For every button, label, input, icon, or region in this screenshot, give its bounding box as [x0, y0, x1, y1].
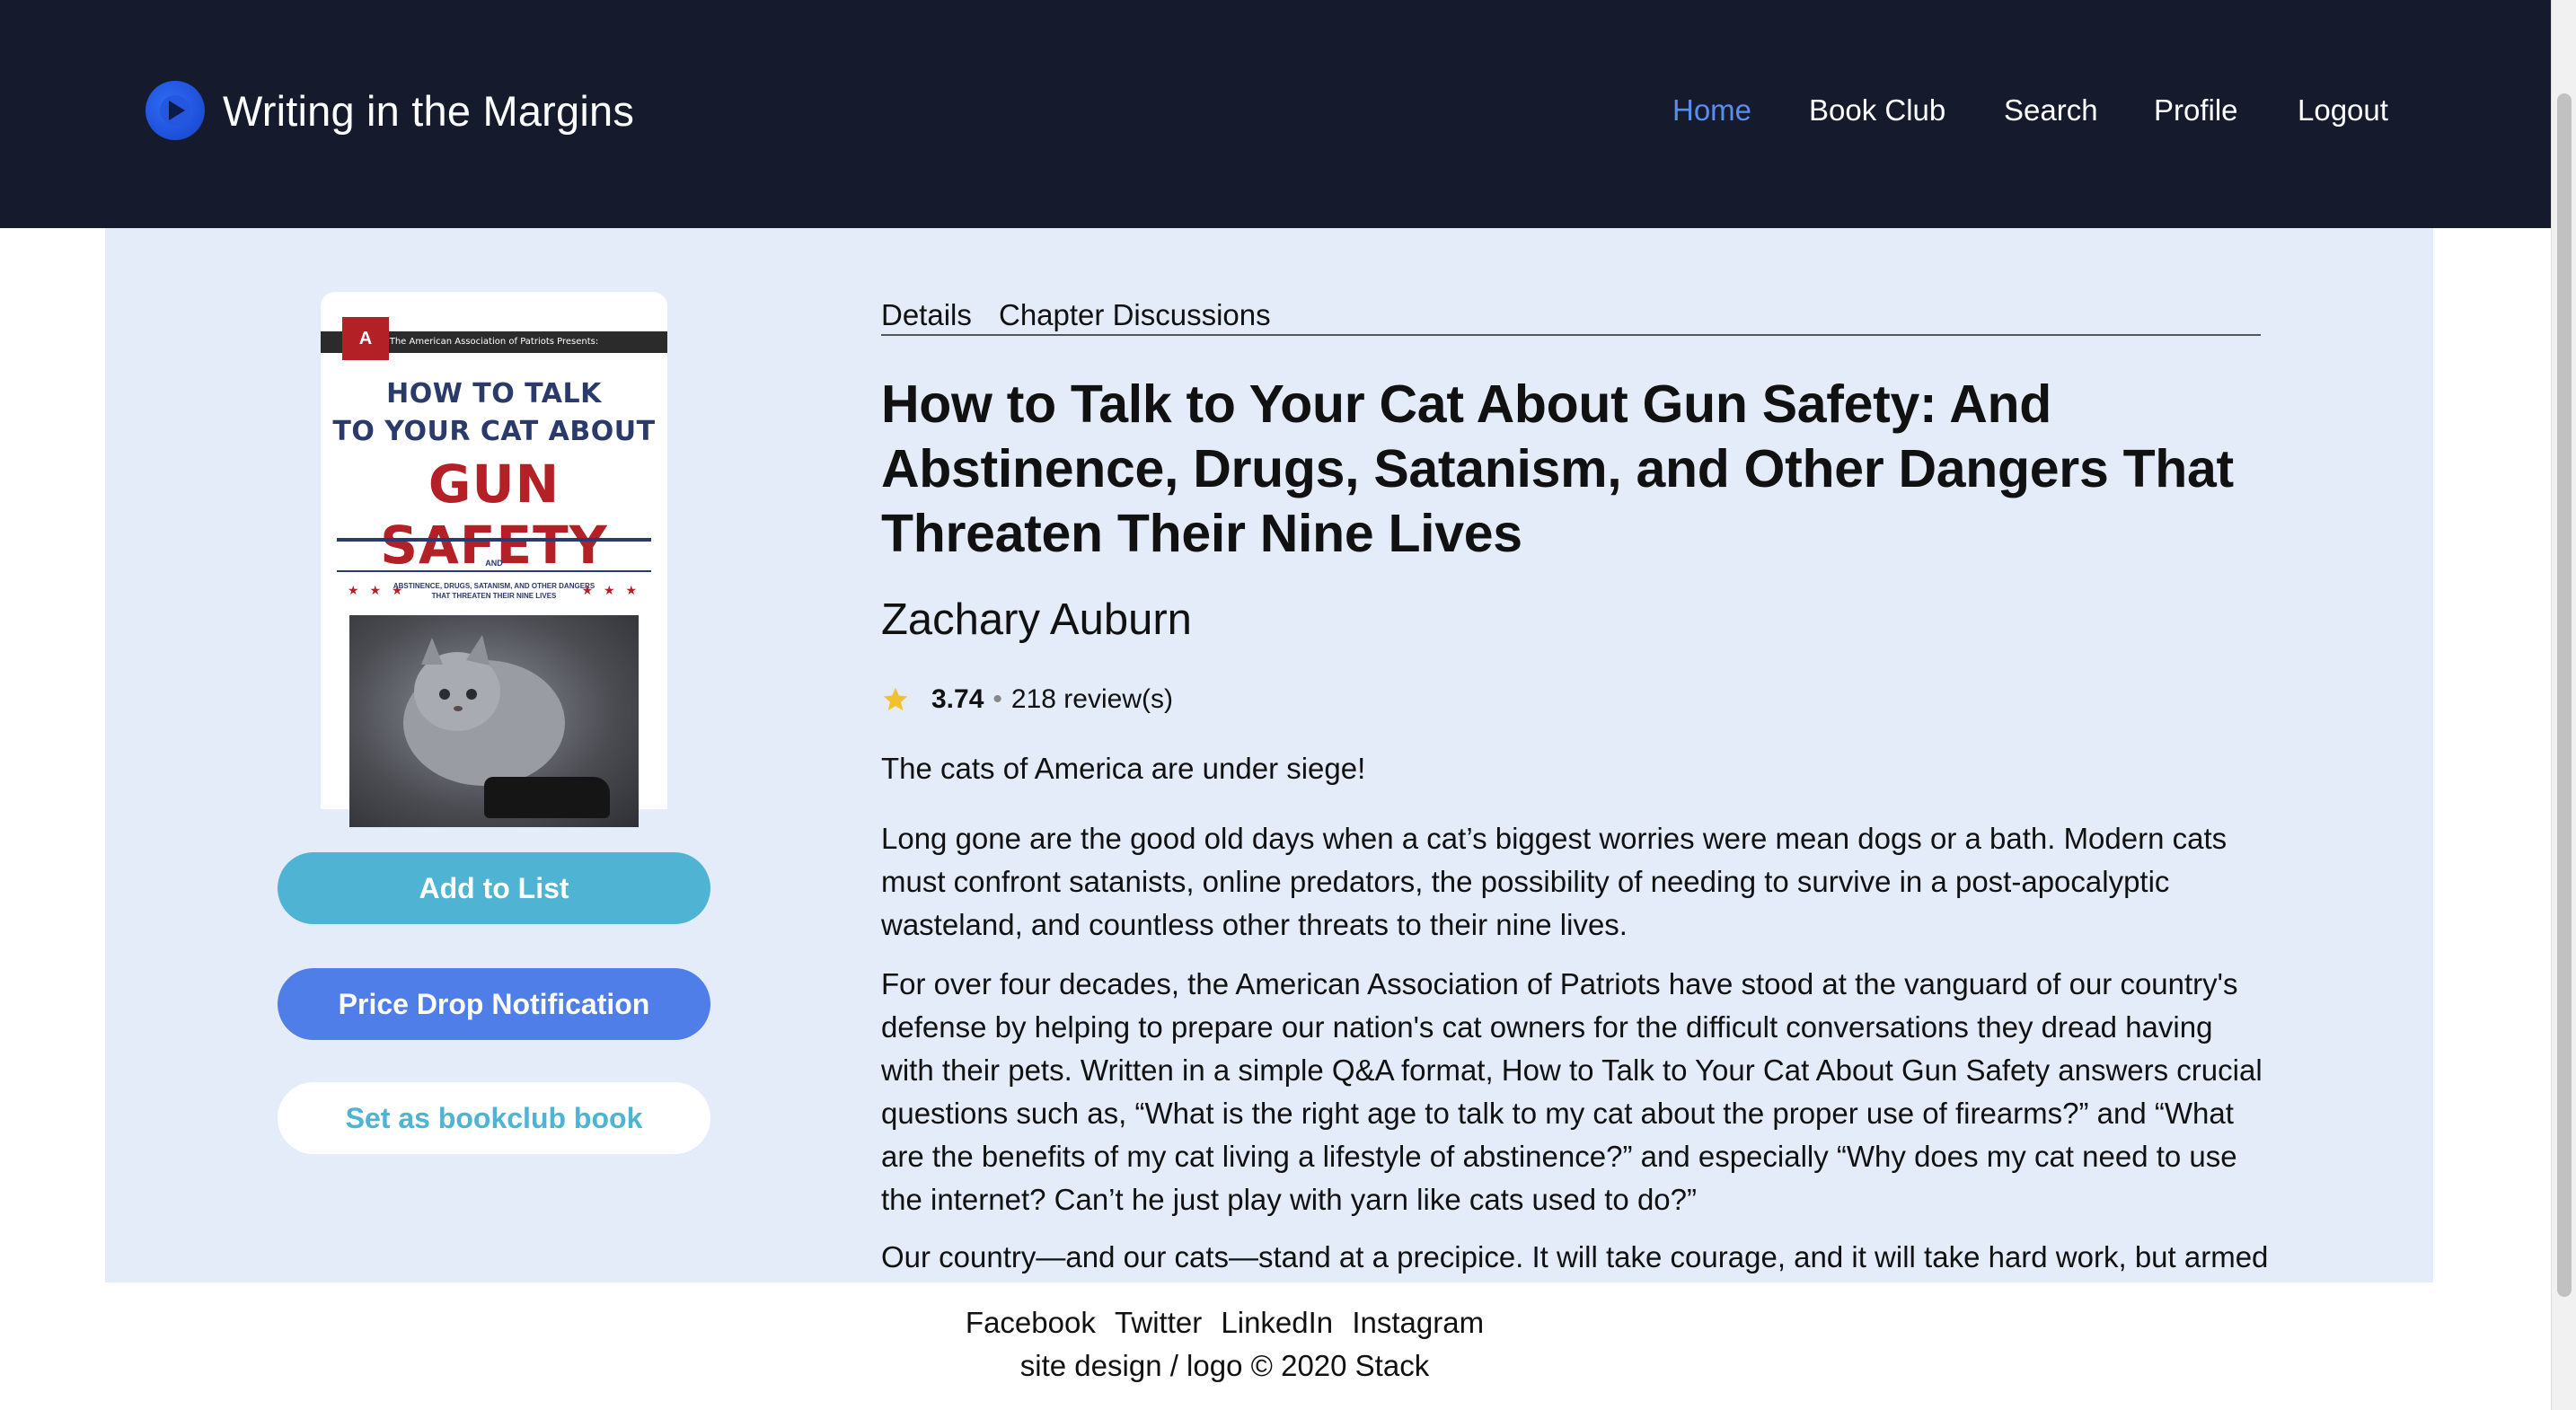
description-paragraph: For over four decades, the American Asso… — [881, 967, 2263, 1216]
kitten-photo — [349, 615, 639, 827]
cover-seal: A — [342, 317, 389, 360]
cover-title-big: GUN SAFETY — [380, 454, 608, 576]
tab-details[interactable]: Details — [881, 298, 972, 332]
add-to-list-button[interactable]: Add to List — [278, 852, 710, 924]
copyright-text: site design / logo © 2020 Stack — [1019, 1349, 1430, 1382]
rating-separator: • — [992, 684, 1002, 714]
top-navbar: Writing in the Margins Home Book Club Se… — [0, 0, 2551, 228]
price-drop-notification-button[interactable]: Price Drop Notification — [278, 968, 710, 1040]
cover-rule-top — [337, 538, 651, 542]
tab-chapter-discussions[interactable]: Chapter Discussions — [999, 298, 1271, 332]
description-paragraph: The cats of America are under siege! — [881, 752, 1366, 785]
detail-tabs: Details Chapter Discussions — [881, 282, 2261, 336]
linkedin-link[interactable]: LinkedIn — [1221, 1306, 1333, 1339]
cover-title-line2: TO YOUR CAT ABOUT — [332, 416, 656, 447]
footer: Facebook Twitter LinkedIn Instagram site… — [0, 1282, 2551, 1410]
cover-subtitle: ABSTINENCE, DRUGS, SATANISM, AND OTHER D… — [393, 582, 595, 600]
nav-profile[interactable]: Profile — [2154, 93, 2238, 128]
book-detail-panel: The American Association of Patriots Pre… — [105, 228, 2433, 1282]
rating-value: 3.74 — [931, 684, 984, 714]
main-nav: Home Book Club Search Profile Logout — [0, 93, 2551, 135]
page-scrollbar[interactable] — [2551, 0, 2576, 1410]
nav-search[interactable]: Search — [2004, 93, 2098, 128]
review-count[interactable]: 218 review(s) — [1011, 684, 1173, 715]
facebook-link[interactable]: Facebook — [966, 1306, 1096, 1339]
rating-row: 3.74 • 218 review(s) — [881, 684, 1173, 715]
nav-home[interactable]: Home — [1672, 93, 1751, 128]
cover-rule-bottom — [337, 570, 651, 572]
book-title: How to Talk to Your Cat About Gun Safety… — [881, 375, 2234, 563]
cover-and: AND — [485, 559, 503, 568]
description-paragraph: Our country—and our cats—stand at a prec… — [881, 1240, 2269, 1273]
social-links: Facebook Twitter LinkedIn Instagram — [0, 1306, 2449, 1340]
twitter-link[interactable]: Twitter — [1115, 1306, 1202, 1339]
cover-stars-right: ★ ★ ★ — [581, 583, 640, 597]
book-cover-card: The American Association of Patriots Pre… — [321, 292, 667, 827]
set-bookclub-button[interactable]: Set as bookclub book — [278, 1082, 710, 1154]
scrollbar-thumb[interactable] — [2557, 93, 2572, 1297]
book-cover-image: The American Association of Patriots Pre… — [321, 317, 667, 827]
cover-title-line1: HOW TO TALK — [386, 378, 602, 410]
instagram-link[interactable]: Instagram — [1352, 1306, 1484, 1339]
description-paragraph: Long gone are the good old days when a c… — [881, 822, 2228, 941]
nav-book-club[interactable]: Book Club — [1809, 93, 1945, 128]
pistol-shape — [484, 777, 610, 818]
nav-logout[interactable]: Logout — [2298, 93, 2388, 128]
book-author[interactable]: Zachary Auburn — [881, 595, 1192, 645]
star-icon — [883, 687, 908, 710]
